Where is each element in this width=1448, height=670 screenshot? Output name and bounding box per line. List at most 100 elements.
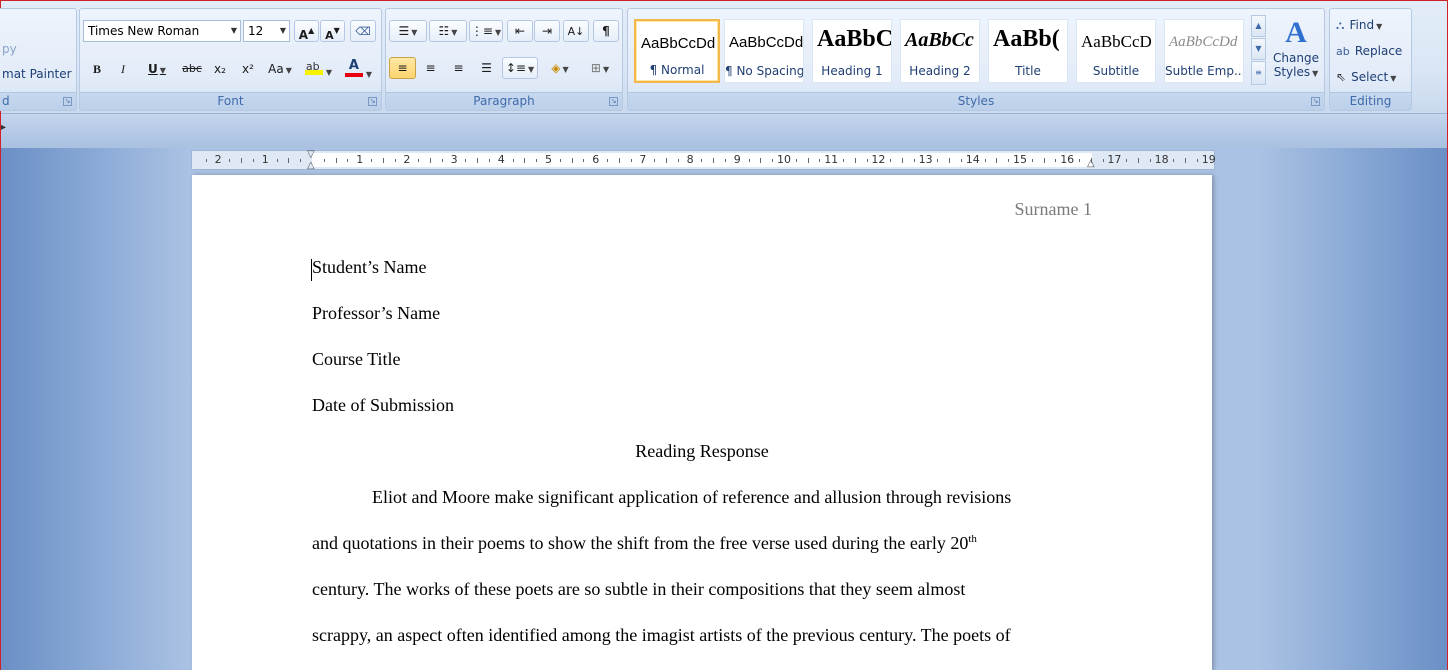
course-title-line[interactable]: Course Title: [312, 349, 401, 370]
numbering-button[interactable]: ☷ ▼: [429, 20, 467, 42]
ruler-tick: [807, 158, 809, 163]
ruler-tick: [819, 159, 821, 162]
ruler-tick: [1079, 159, 1080, 162]
italic-button[interactable]: I: [112, 58, 134, 80]
ruler-tick: [1055, 159, 1057, 162]
change-case-button[interactable]: Aa ▼: [263, 58, 297, 80]
justify-button[interactable]: ☰: [473, 57, 500, 79]
align-left-icon: ≡: [397, 61, 408, 75]
style-heading-1[interactable]: AaBbC( Heading 1: [812, 19, 892, 83]
styles-group: AaBbCcDd ¶ Normal AaBbCcDd ¶ No Spacing …: [627, 8, 1325, 111]
paragraph-group-label: Paragraph: [386, 92, 622, 110]
shading-button[interactable]: ◈ ▼: [542, 57, 578, 79]
increase-indent-button[interactable]: ⇥: [534, 20, 560, 42]
ruler-tick: [371, 159, 372, 162]
chevron-down-icon: ▼: [1376, 22, 1383, 31]
ruler-label: 18: [1154, 153, 1169, 166]
ruler-tick: [713, 158, 715, 163]
subscript-button[interactable]: x₂: [208, 58, 232, 80]
paragraph-launcher-icon[interactable]: ↘: [609, 97, 618, 106]
styles-launcher-icon[interactable]: ↘: [1311, 97, 1320, 106]
show-formatting-button[interactable]: ¶: [593, 20, 619, 42]
bullets-button[interactable]: ☰ ▼: [389, 20, 427, 42]
paragraph-line-1[interactable]: Eliot and Moore make significant applica…: [372, 487, 1011, 508]
font-size-combo[interactable]: 12 ▼: [243, 20, 290, 42]
style-subtle-emphasis[interactable]: AaBbCcDd Subtle Emp...: [1164, 19, 1244, 83]
ruler-label: 7: [639, 153, 647, 166]
clear-formatting-button[interactable]: ⌫: [350, 20, 376, 42]
strikethrough-button[interactable]: abc: [178, 58, 206, 80]
paragraph-line-4[interactable]: scrappy, an aspect often identified amon…: [312, 625, 1011, 646]
submission-date-line[interactable]: Date of Submission: [312, 395, 454, 416]
ruler-label: 1: [356, 153, 364, 166]
chevron-down-icon: ▼: [279, 26, 286, 35]
find-button[interactable]: ⛬ Find ▼: [1336, 14, 1382, 34]
sort-button[interactable]: A↓: [563, 20, 589, 42]
ruler-tick: [1008, 159, 1010, 162]
left-indent-marker-icon[interactable]: △: [307, 160, 315, 171]
align-right-icon: ≡: [453, 61, 464, 75]
ruler-tick: [618, 158, 620, 163]
style-heading-2[interactable]: AaBbCc Heading 2: [900, 19, 980, 83]
document-title[interactable]: Reading Response: [192, 441, 1212, 462]
ruler-tick: [571, 158, 573, 163]
format-painter-button[interactable]: mat Painter: [2, 67, 72, 81]
ruler-label: 16: [1060, 153, 1075, 166]
ruler-tick: [1197, 159, 1198, 162]
ruler-tick: [418, 159, 420, 162]
paragraph-line-2[interactable]: and quotations in their poems to show th…: [312, 533, 977, 554]
align-center-button[interactable]: ≡: [417, 57, 444, 79]
highlight-button[interactable]: ab ▼: [300, 58, 336, 80]
highlighter-icon: ab: [304, 59, 324, 75]
clipboard-launcher-icon[interactable]: ↘: [63, 97, 72, 106]
ruler-tick: [512, 159, 514, 162]
horizontal-ruler[interactable]: 2 1 1 2 3 4 5 6 7 8 9 10 11 12 13 14 15 16 17 18 19 ▽ △ △: [191, 149, 1216, 171]
underline-button[interactable]: U ▼: [140, 58, 174, 80]
font-launcher-icon[interactable]: ↘: [368, 97, 377, 106]
shrink-arrow-icon: ▼: [333, 26, 340, 35]
style-subtitle[interactable]: AaBbCcD Subtitle: [1076, 19, 1156, 83]
select-button[interactable]: ⇖ Select ▼: [1336, 66, 1396, 86]
ruler-tick: [1173, 159, 1175, 162]
ruler-tick: [430, 158, 431, 163]
document-page[interactable]: Surname 1 Student’s Name Professor’s Nam…: [192, 175, 1212, 670]
ruler-label: 2: [214, 153, 222, 166]
right-indent-marker-icon[interactable]: △: [1087, 158, 1095, 169]
align-left-button[interactable]: ≡: [389, 57, 416, 79]
gallery-more-button[interactable]: ≡: [1251, 61, 1266, 85]
gallery-scroll-down-button[interactable]: ▼: [1251, 38, 1266, 60]
superscript-button[interactable]: x²: [236, 58, 260, 80]
style-title[interactable]: AaBb( Title: [988, 19, 1068, 83]
first-line-indent-marker-icon[interactable]: ▽: [307, 149, 315, 160]
copy-button[interactable]: py: [2, 42, 17, 56]
ruler-toggle-icon[interactable]: ▸: [1, 122, 6, 133]
line-spacing-button[interactable]: ↕≡ ▼: [502, 57, 538, 79]
paint-bucket-icon: ◈: [551, 61, 561, 75]
style-no-spacing[interactable]: AaBbCcDd ¶ No Spacing: [724, 19, 804, 83]
ruler-tick: [229, 159, 231, 162]
numbered-list-icon: ☷: [438, 24, 450, 38]
ruler-tick: [607, 159, 608, 162]
align-right-button[interactable]: ≡: [445, 57, 472, 79]
borders-button[interactable]: ⊞ ▼: [582, 57, 618, 79]
ruler-tick: [748, 159, 750, 162]
replace-button[interactable]: ab Replace: [1336, 40, 1402, 60]
professor-name-line[interactable]: Professor’s Name: [312, 303, 440, 324]
student-name-line[interactable]: Student’s Name: [312, 257, 427, 278]
font-family-combo[interactable]: Times New Roman ▼: [83, 20, 241, 42]
ruler-tick: [536, 159, 538, 162]
font-color-button[interactable]: A ▼: [340, 58, 376, 80]
ruler-label: 2: [403, 153, 411, 166]
ruler-tick: [288, 158, 290, 163]
gallery-scroll-up-button[interactable]: ▲: [1251, 15, 1266, 37]
shrink-font-button[interactable]: A▼: [320, 20, 345, 42]
style-normal[interactable]: AaBbCcDd ¶ Normal: [634, 19, 720, 83]
ruler-tick: [984, 159, 986, 162]
paragraph-line-3[interactable]: century. The works of these poets are so…: [312, 579, 965, 600]
decrease-indent-button[interactable]: ⇤: [507, 20, 533, 42]
page-header[interactable]: Surname 1: [1015, 199, 1092, 220]
bold-button[interactable]: B: [86, 58, 108, 80]
grow-font-button[interactable]: A▲: [294, 20, 319, 42]
change-styles-button[interactable]: A Change Styles ▼: [1270, 15, 1322, 87]
multilevel-list-button[interactable]: ⋮≡ ▼: [469, 20, 503, 42]
